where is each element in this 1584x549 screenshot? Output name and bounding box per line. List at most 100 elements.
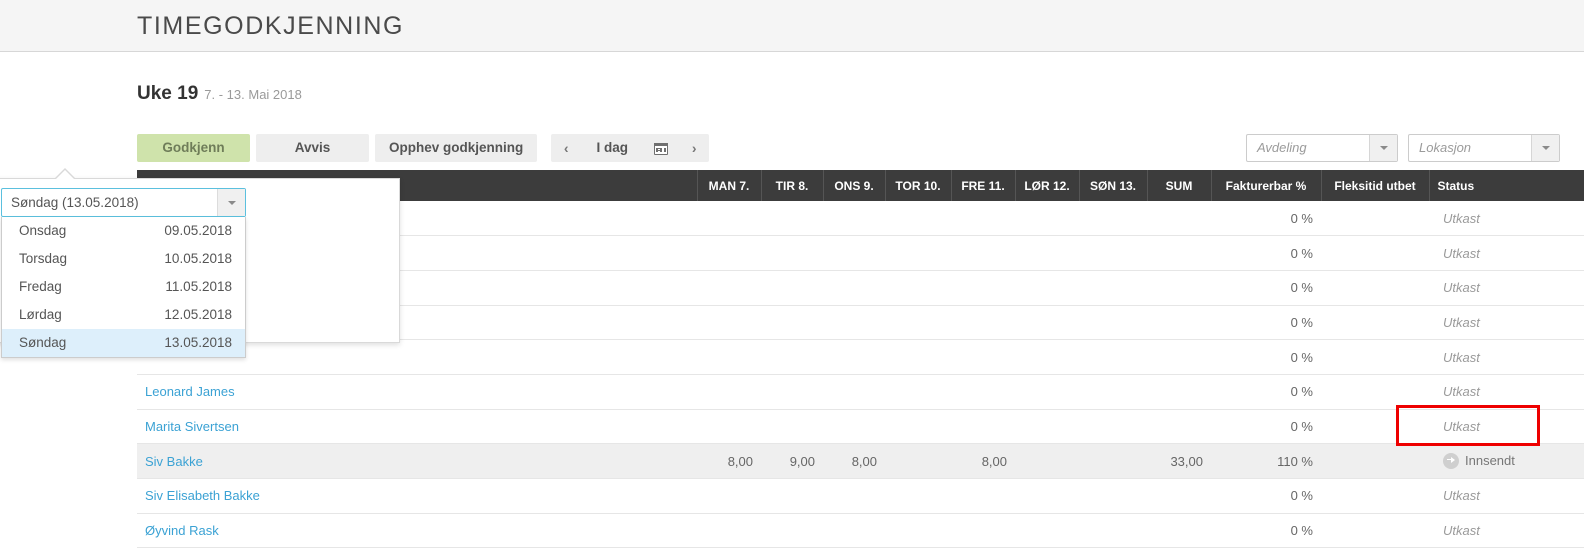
cell-flextime-paid xyxy=(1321,201,1429,237)
select-option-day: Torsdag xyxy=(19,251,68,266)
col-header-billable-pct[interactable]: Fakturerbar % xyxy=(1211,170,1322,201)
cell-thu xyxy=(885,513,951,549)
cell-flextime-paid xyxy=(1321,374,1429,410)
table-row[interactable]: Siv Elisabeth Bakke 0 % Utkast xyxy=(137,478,1584,514)
table-row[interactable]: Siv Bakke 8,00 9,00 8,00 8,00 33,00 110 % Innse… xyxy=(137,443,1584,479)
employee-name-link[interactable]: Siv Elisabeth Bakke xyxy=(145,488,260,503)
cell-thu xyxy=(885,305,951,341)
select-option[interactable]: Torsdag 10.05.2018 xyxy=(2,245,245,273)
cell-sum xyxy=(1147,339,1211,375)
cell-mon: 8,00 xyxy=(697,443,761,479)
cell-flextime-paid xyxy=(1321,443,1429,479)
cell-name[interactable]: Siv Bakke xyxy=(137,443,697,479)
select-option-date: 13.05.2018 xyxy=(164,335,232,350)
cell-sum xyxy=(1147,270,1211,306)
col-header-sum[interactable]: SUM xyxy=(1147,170,1212,201)
cell-mon xyxy=(697,201,761,237)
cell-fri xyxy=(951,201,1015,237)
employee-name-link[interactable]: Siv Bakke xyxy=(145,454,203,469)
employee-name-link[interactable]: Leonard James xyxy=(145,384,235,399)
chevron-right-icon[interactable]: › xyxy=(679,134,709,162)
approve-button[interactable]: Godkjenn xyxy=(137,134,250,162)
cell-fri xyxy=(951,513,1015,549)
select-option-date: 09.05.2018 xyxy=(164,223,232,238)
cell-sat xyxy=(1015,201,1079,237)
col-header-sat[interactable]: LØR 12. xyxy=(1015,170,1080,201)
cell-fri xyxy=(951,305,1015,341)
col-header-wed[interactable]: ONS 9. xyxy=(823,170,886,201)
table-row[interactable]: Øyvind Rask 0 % Utkast xyxy=(137,513,1584,549)
cell-billable-pct: 0 % xyxy=(1211,478,1321,514)
approved-week-select[interactable]: Søndag (13.05.2018) xyxy=(1,188,246,217)
cell-tue xyxy=(761,409,823,445)
department-filter[interactable]: Avdeling xyxy=(1246,134,1398,162)
approval-popover: Godkjent uke per Utbetaling fleksitid Ko… xyxy=(0,168,400,358)
cell-wed xyxy=(823,339,885,375)
employee-name-link[interactable]: Øyvind Rask xyxy=(145,523,219,538)
cell-fri xyxy=(951,409,1015,445)
cell-sum xyxy=(1147,374,1211,410)
select-option[interactable]: Lørdag 12.05.2018 xyxy=(2,301,245,329)
cell-sun xyxy=(1079,513,1147,549)
cell-billable-pct: 0 % xyxy=(1211,235,1321,271)
approved-week-select-value: Søndag (13.05.2018) xyxy=(11,195,139,210)
department-filter-value: Avdeling xyxy=(1257,140,1307,155)
table-row[interactable]: Leonard James 0 % Utkast xyxy=(137,374,1584,410)
cell-sat xyxy=(1015,374,1079,410)
cell-thu xyxy=(885,339,951,375)
cell-billable-pct: 0 % xyxy=(1211,513,1321,549)
timesheet-approval-page: TIMEGODKJENNING Uke 19 7. - 13. Mai 2018 … xyxy=(0,0,1584,549)
cell-wed xyxy=(823,513,885,549)
cell-tue xyxy=(761,235,823,271)
cell-name[interactable]: Øyvind Rask xyxy=(137,513,697,549)
arrow-right-circle-icon xyxy=(1443,453,1459,470)
select-option[interactable]: Fredag 11.05.2018 xyxy=(2,273,245,301)
chevron-left-icon[interactable]: ‹ xyxy=(551,134,581,162)
cell-thu xyxy=(885,374,951,410)
cell-flextime-paid xyxy=(1321,235,1429,271)
col-header-fri[interactable]: FRE 11. xyxy=(951,170,1016,201)
cell-name[interactable]: Leonard James xyxy=(137,374,697,410)
select-option[interactable]: Onsdag 09.05.2018 xyxy=(2,217,245,245)
col-header-flextime-paid[interactable]: Fleksitid utbet xyxy=(1321,170,1430,201)
cell-tue xyxy=(761,201,823,237)
col-header-tue[interactable]: TIR 8. xyxy=(761,170,824,201)
cell-mon xyxy=(697,478,761,514)
week-number: Uke 19 xyxy=(137,83,199,104)
cell-name[interactable]: Siv Elisabeth Bakke xyxy=(137,478,697,514)
cell-billable-pct: 0 % xyxy=(1211,409,1321,445)
col-header-status[interactable]: Status xyxy=(1429,170,1584,201)
reject-button[interactable]: Avvis xyxy=(256,134,369,162)
cell-status[interactable]: Innsendt xyxy=(1429,443,1584,479)
employee-name-link[interactable]: Marita Sivertsen xyxy=(145,419,239,434)
chevron-down-icon[interactable] xyxy=(1531,135,1559,161)
col-header-sun[interactable]: SØN 13. xyxy=(1079,170,1148,201)
table-row[interactable]: Marita Sivertsen 0 % Utkast xyxy=(137,409,1584,445)
cell-thu xyxy=(885,270,951,306)
location-filter-value: Lokasjon xyxy=(1419,140,1472,155)
cell-flextime-paid xyxy=(1321,339,1429,375)
table-row[interactable]: 0 % Utkast xyxy=(137,339,1584,375)
col-header-thu[interactable]: TOR 10. xyxy=(885,170,952,201)
today-button[interactable]: I dag xyxy=(581,134,643,162)
app-header: TIMEGODKJENNING xyxy=(0,0,1584,52)
cell-flextime-paid xyxy=(1321,513,1429,549)
cell-fri xyxy=(951,270,1015,306)
cell-thu xyxy=(885,201,951,237)
col-header-mon[interactable]: MAN 7. xyxy=(697,170,762,201)
location-filter[interactable]: Lokasjon xyxy=(1408,134,1560,162)
select-option-date: 11.05.2018 xyxy=(165,279,232,294)
chevron-down-icon[interactable] xyxy=(217,189,245,216)
popover-arrow-inner xyxy=(55,170,75,180)
select-option[interactable]: Søndag 13.05.2018 xyxy=(2,329,245,357)
unapprove-button[interactable]: Opphev godkjenning xyxy=(375,134,538,162)
cell-sat xyxy=(1015,339,1079,375)
cell-name[interactable]: Marita Sivertsen xyxy=(137,409,697,445)
cell-sat xyxy=(1015,270,1079,306)
cell-wed xyxy=(823,235,885,271)
chevron-down-icon[interactable] xyxy=(1369,135,1397,161)
status-badge[interactable]: Innsendt xyxy=(1443,453,1515,470)
calendar-icon[interactable] xyxy=(643,134,679,162)
week-heading: Uke 19 7. - 13. Mai 2018 xyxy=(137,83,302,105)
cell-billable-pct: 0 % xyxy=(1211,374,1321,410)
